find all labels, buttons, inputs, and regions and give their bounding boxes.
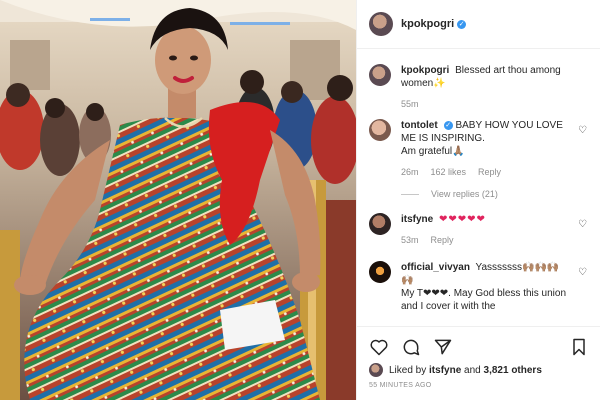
- comment-avatar[interactable]: [369, 261, 391, 283]
- liker-avatar[interactable]: [369, 363, 383, 377]
- woman-at-event-illustration: [0, 0, 356, 400]
- comment-username[interactable]: tontolet: [401, 120, 438, 131]
- verified-badge-icon: ✓: [443, 121, 453, 130]
- liked-by-count[interactable]: 3,821 others: [484, 365, 542, 376]
- comment-time[interactable]: 53m: [401, 234, 419, 247]
- action-bar: [357, 327, 600, 359]
- view-replies-label: View replies (21): [431, 189, 498, 199]
- comment-emoji: 🙏🏽: [452, 146, 465, 157]
- caption-username[interactable]: kpokpogri: [401, 65, 449, 76]
- comment-text-line2: Am grateful: [401, 146, 453, 157]
- liked-by-and: and: [464, 364, 481, 376]
- caption-time[interactable]: 55m: [401, 98, 419, 111]
- caption: kpokpogri Blessed art thou among women✨ …: [357, 56, 600, 111]
- comment-avatar[interactable]: [369, 213, 391, 235]
- comment-item: tontolet ✓ BABY HOW YOU LOVE ME IS INSPIR…: [357, 111, 600, 179]
- liked-by-user[interactable]: itsfyne: [429, 365, 461, 376]
- comment-likes[interactable]: 162 likes: [431, 166, 467, 179]
- comment-text-line2: My T❤❤❤. May God bless this union and I …: [401, 288, 567, 312]
- paper-plane-icon[interactable]: [433, 337, 453, 357]
- replies-divider-line: [401, 193, 419, 195]
- comment-username[interactable]: itsfyne: [401, 214, 433, 225]
- view-replies-button[interactable]: View replies (21): [401, 189, 600, 199]
- comment-avatar[interactable]: [369, 119, 391, 141]
- comment-time[interactable]: 26m: [401, 166, 419, 179]
- instagram-post: kpokpogri ✓ kpokpogri Blessed art thou a…: [0, 0, 600, 400]
- comment-username[interactable]: official_vivyan: [401, 262, 470, 273]
- comment-text: ❤❤❤❤❤: [439, 214, 486, 225]
- comment-item: itsfyne ❤❤❤❤❤ 53m Reply ♡: [357, 199, 600, 247]
- heart-icon[interactable]: [369, 337, 389, 357]
- post-header: kpokpogri ✓: [357, 0, 600, 49]
- comments-list[interactable]: kpokpogri Blessed art thou among women✨ …: [357, 56, 600, 326]
- liked-by-prefix: Liked by: [389, 364, 427, 376]
- reply-button[interactable]: Reply: [478, 166, 501, 179]
- author-username[interactable]: kpokpogri: [401, 18, 454, 30]
- verified-badge-icon: ✓: [457, 19, 467, 29]
- comment-icon[interactable]: [401, 337, 421, 357]
- reply-button[interactable]: Reply: [431, 234, 454, 247]
- comment-like-heart-icon[interactable]: ♡: [578, 219, 587, 230]
- post-footer: Liked by itsfyne and 3,821 others 55 MIN…: [357, 326, 600, 401]
- comment-like-heart-icon[interactable]: ♡: [578, 267, 587, 278]
- post-details-panel: kpokpogri ✓ kpokpogri Blessed art thou a…: [356, 0, 600, 400]
- bookmark-icon[interactable]: [569, 337, 589, 357]
- comment-item: official_vivyan Yasssssss🙌🏽🙌🏽🙌🏽🙌🏽 My T❤❤…: [357, 247, 600, 313]
- caption-avatar[interactable]: [369, 64, 391, 86]
- post-photo[interactable]: [0, 0, 356, 400]
- post-timestamp[interactable]: 55 MINUTES AGO: [357, 377, 600, 389]
- comment-like-heart-icon[interactable]: ♡: [578, 125, 587, 136]
- caption-emoji: ✨: [433, 78, 446, 89]
- liked-by-line: Liked by itsfyne and 3,821 others: [357, 359, 600, 377]
- author-avatar[interactable]: [369, 12, 393, 36]
